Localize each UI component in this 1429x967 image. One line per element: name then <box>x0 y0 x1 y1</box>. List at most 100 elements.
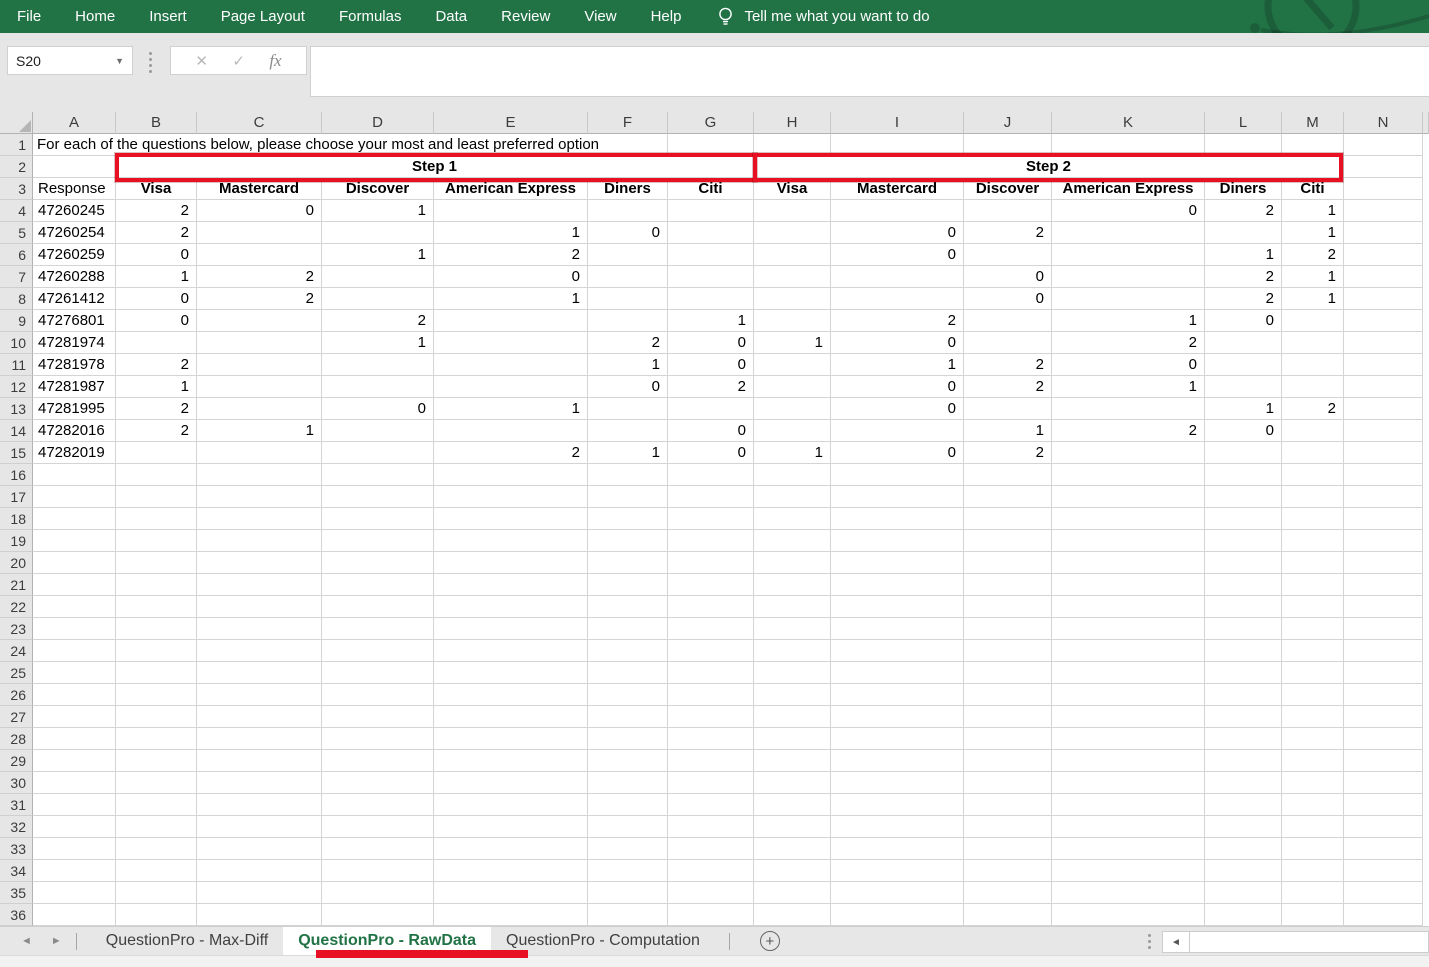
cell-C4[interactable]: 0 <box>197 200 322 222</box>
cell-A10[interactable]: 47281974 <box>33 332 116 354</box>
cell-H7[interactable] <box>754 266 831 288</box>
cell-I5[interactable]: 0 <box>831 222 964 244</box>
cell-D34[interactable] <box>322 860 434 882</box>
cell-B26[interactable] <box>116 684 197 706</box>
cell-G10[interactable]: 0 <box>668 332 754 354</box>
cell-N2[interactable] <box>1344 156 1423 178</box>
cell-N3[interactable] <box>1344 178 1423 200</box>
cell-B14[interactable]: 2 <box>116 420 197 442</box>
cell-C16[interactable] <box>197 464 322 486</box>
cell-H6[interactable] <box>754 244 831 266</box>
cell-G31[interactable] <box>668 794 754 816</box>
cell-N12[interactable] <box>1344 376 1423 398</box>
cell-H5[interactable] <box>754 222 831 244</box>
row-header-22[interactable]: 22 <box>0 596 33 618</box>
cell-K24[interactable] <box>1052 640 1205 662</box>
cell-K10[interactable]: 2 <box>1052 332 1205 354</box>
cell-J11[interactable]: 2 <box>964 354 1052 376</box>
cell-H15[interactable]: 1 <box>754 442 831 464</box>
cell-E8[interactable]: 1 <box>434 288 588 310</box>
cell-J36[interactable] <box>964 904 1052 926</box>
cell-H12[interactable] <box>754 376 831 398</box>
cell-J34[interactable] <box>964 860 1052 882</box>
cell-F9[interactable] <box>588 310 668 332</box>
cell-A34[interactable] <box>33 860 116 882</box>
row-header-12[interactable]: 12 <box>0 376 33 398</box>
cell-K16[interactable] <box>1052 464 1205 486</box>
column-header-E[interactable]: E <box>434 112 588 134</box>
cell-A8[interactable]: 47261412 <box>33 288 116 310</box>
cell-E33[interactable] <box>434 838 588 860</box>
cell-J29[interactable] <box>964 750 1052 772</box>
cell-C17[interactable] <box>197 486 322 508</box>
cell-J7[interactable]: 0 <box>964 266 1052 288</box>
cell-N18[interactable] <box>1344 508 1423 530</box>
cell-E18[interactable] <box>434 508 588 530</box>
menu-view[interactable]: View <box>567 0 633 33</box>
cell-I23[interactable] <box>831 618 964 640</box>
cell-D18[interactable] <box>322 508 434 530</box>
cell-A5[interactable]: 47260254 <box>33 222 116 244</box>
cell-B6[interactable]: 0 <box>116 244 197 266</box>
cell-A31[interactable] <box>33 794 116 816</box>
cell-H9[interactable] <box>754 310 831 332</box>
cell-E22[interactable] <box>434 596 588 618</box>
cell-B21[interactable] <box>116 574 197 596</box>
cell-A14[interactable]: 47282016 <box>33 420 116 442</box>
cell-F14[interactable] <box>588 420 668 442</box>
cell-B31[interactable] <box>116 794 197 816</box>
cell-C30[interactable] <box>197 772 322 794</box>
cell-G22[interactable] <box>668 596 754 618</box>
cell-N22[interactable] <box>1344 596 1423 618</box>
row-header-4[interactable]: 4 <box>0 200 33 222</box>
cell-N27[interactable] <box>1344 706 1423 728</box>
cell-E21[interactable] <box>434 574 588 596</box>
cell-B32[interactable] <box>116 816 197 838</box>
cell-I12[interactable]: 0 <box>831 376 964 398</box>
cell-L6[interactable]: 1 <box>1205 244 1282 266</box>
add-sheet-button[interactable]: + <box>760 931 780 951</box>
cell-A12[interactable]: 47281987 <box>33 376 116 398</box>
cell-E35[interactable] <box>434 882 588 904</box>
cell-L14[interactable]: 0 <box>1205 420 1282 442</box>
cell-C24[interactable] <box>197 640 322 662</box>
cell-J35[interactable] <box>964 882 1052 904</box>
cell-G28[interactable] <box>668 728 754 750</box>
cell-M25[interactable] <box>1282 662 1344 684</box>
cell-D28[interactable] <box>322 728 434 750</box>
cell-I20[interactable] <box>831 552 964 574</box>
cell-B9[interactable]: 0 <box>116 310 197 332</box>
cell-A26[interactable] <box>33 684 116 706</box>
insert-function-icon[interactable]: fx <box>269 51 281 71</box>
cell-J17[interactable] <box>964 486 1052 508</box>
cell-I32[interactable] <box>831 816 964 838</box>
cell-E6[interactable]: 2 <box>434 244 588 266</box>
cell-L33[interactable] <box>1205 838 1282 860</box>
cell-G17[interactable] <box>668 486 754 508</box>
cell-L35[interactable] <box>1205 882 1282 904</box>
cell-J31[interactable] <box>964 794 1052 816</box>
cell-D29[interactable] <box>322 750 434 772</box>
cell-N5[interactable] <box>1344 222 1423 244</box>
cell-N14[interactable] <box>1344 420 1423 442</box>
cell-E29[interactable] <box>434 750 588 772</box>
cell-N34[interactable] <box>1344 860 1423 882</box>
cell-K4[interactable]: 0 <box>1052 200 1205 222</box>
cell-K34[interactable] <box>1052 860 1205 882</box>
cell-M4[interactable]: 1 <box>1282 200 1344 222</box>
cell-F6[interactable] <box>588 244 668 266</box>
cell-H35[interactable] <box>754 882 831 904</box>
cell-M12[interactable] <box>1282 376 1344 398</box>
cell-I29[interactable] <box>831 750 964 772</box>
cell-M16[interactable] <box>1282 464 1344 486</box>
row-header-25[interactable]: 25 <box>0 662 33 684</box>
cell-M30[interactable] <box>1282 772 1344 794</box>
cell-N26[interactable] <box>1344 684 1423 706</box>
cell-E10[interactable] <box>434 332 588 354</box>
cell-N6[interactable] <box>1344 244 1423 266</box>
cell-H32[interactable] <box>754 816 831 838</box>
cell-D10[interactable]: 1 <box>322 332 434 354</box>
cell-M6[interactable]: 2 <box>1282 244 1344 266</box>
row-header-18[interactable]: 18 <box>0 508 33 530</box>
cell-G26[interactable] <box>668 684 754 706</box>
